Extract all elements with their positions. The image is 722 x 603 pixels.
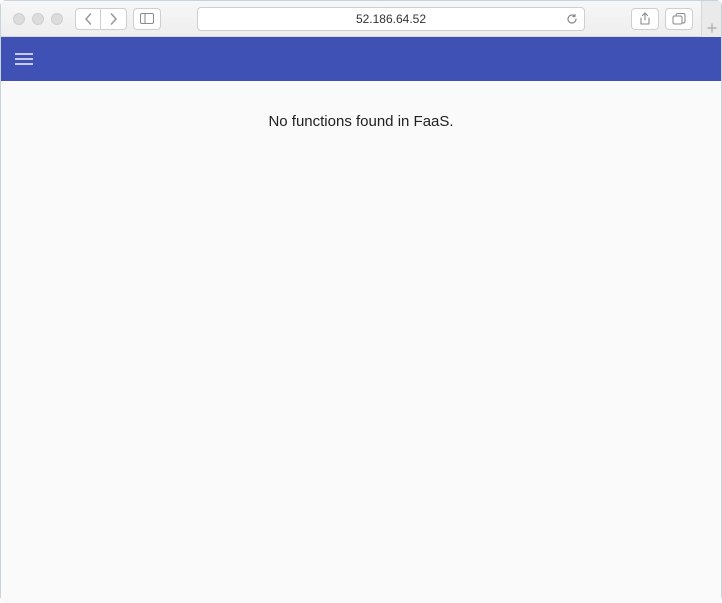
browser-toolbar: 52.186.64.52 (1, 1, 721, 37)
minimize-window-button[interactable] (32, 13, 44, 25)
share-icon (639, 12, 651, 26)
share-button[interactable] (631, 8, 659, 30)
tabs-icon (672, 13, 686, 25)
chevron-right-icon (109, 13, 118, 25)
reload-icon (566, 13, 578, 25)
address-bar[interactable]: 52.186.64.52 (197, 7, 585, 31)
tabs-button[interactable] (665, 8, 693, 30)
main-content: No functions found in FaaS. (1, 81, 721, 603)
sidebar-icon (140, 13, 154, 24)
window-controls (9, 13, 69, 25)
maximize-window-button[interactable] (51, 13, 63, 25)
menu-button[interactable] (15, 53, 33, 65)
forward-button[interactable] (101, 8, 127, 30)
empty-state-message: No functions found in FaaS. (268, 113, 453, 603)
sidebar-toggle-button[interactable] (133, 8, 161, 30)
toolbar-right-group (631, 8, 713, 30)
new-tab-button[interactable] (701, 1, 721, 37)
nav-button-group (75, 8, 127, 30)
address-text: 52.186.64.52 (356, 12, 426, 26)
plus-icon (707, 23, 717, 33)
hamburger-icon (15, 53, 33, 55)
reload-button[interactable] (566, 13, 578, 25)
close-window-button[interactable] (13, 13, 25, 25)
chevron-left-icon (84, 13, 93, 25)
app-header (1, 37, 721, 81)
back-button[interactable] (75, 8, 101, 30)
